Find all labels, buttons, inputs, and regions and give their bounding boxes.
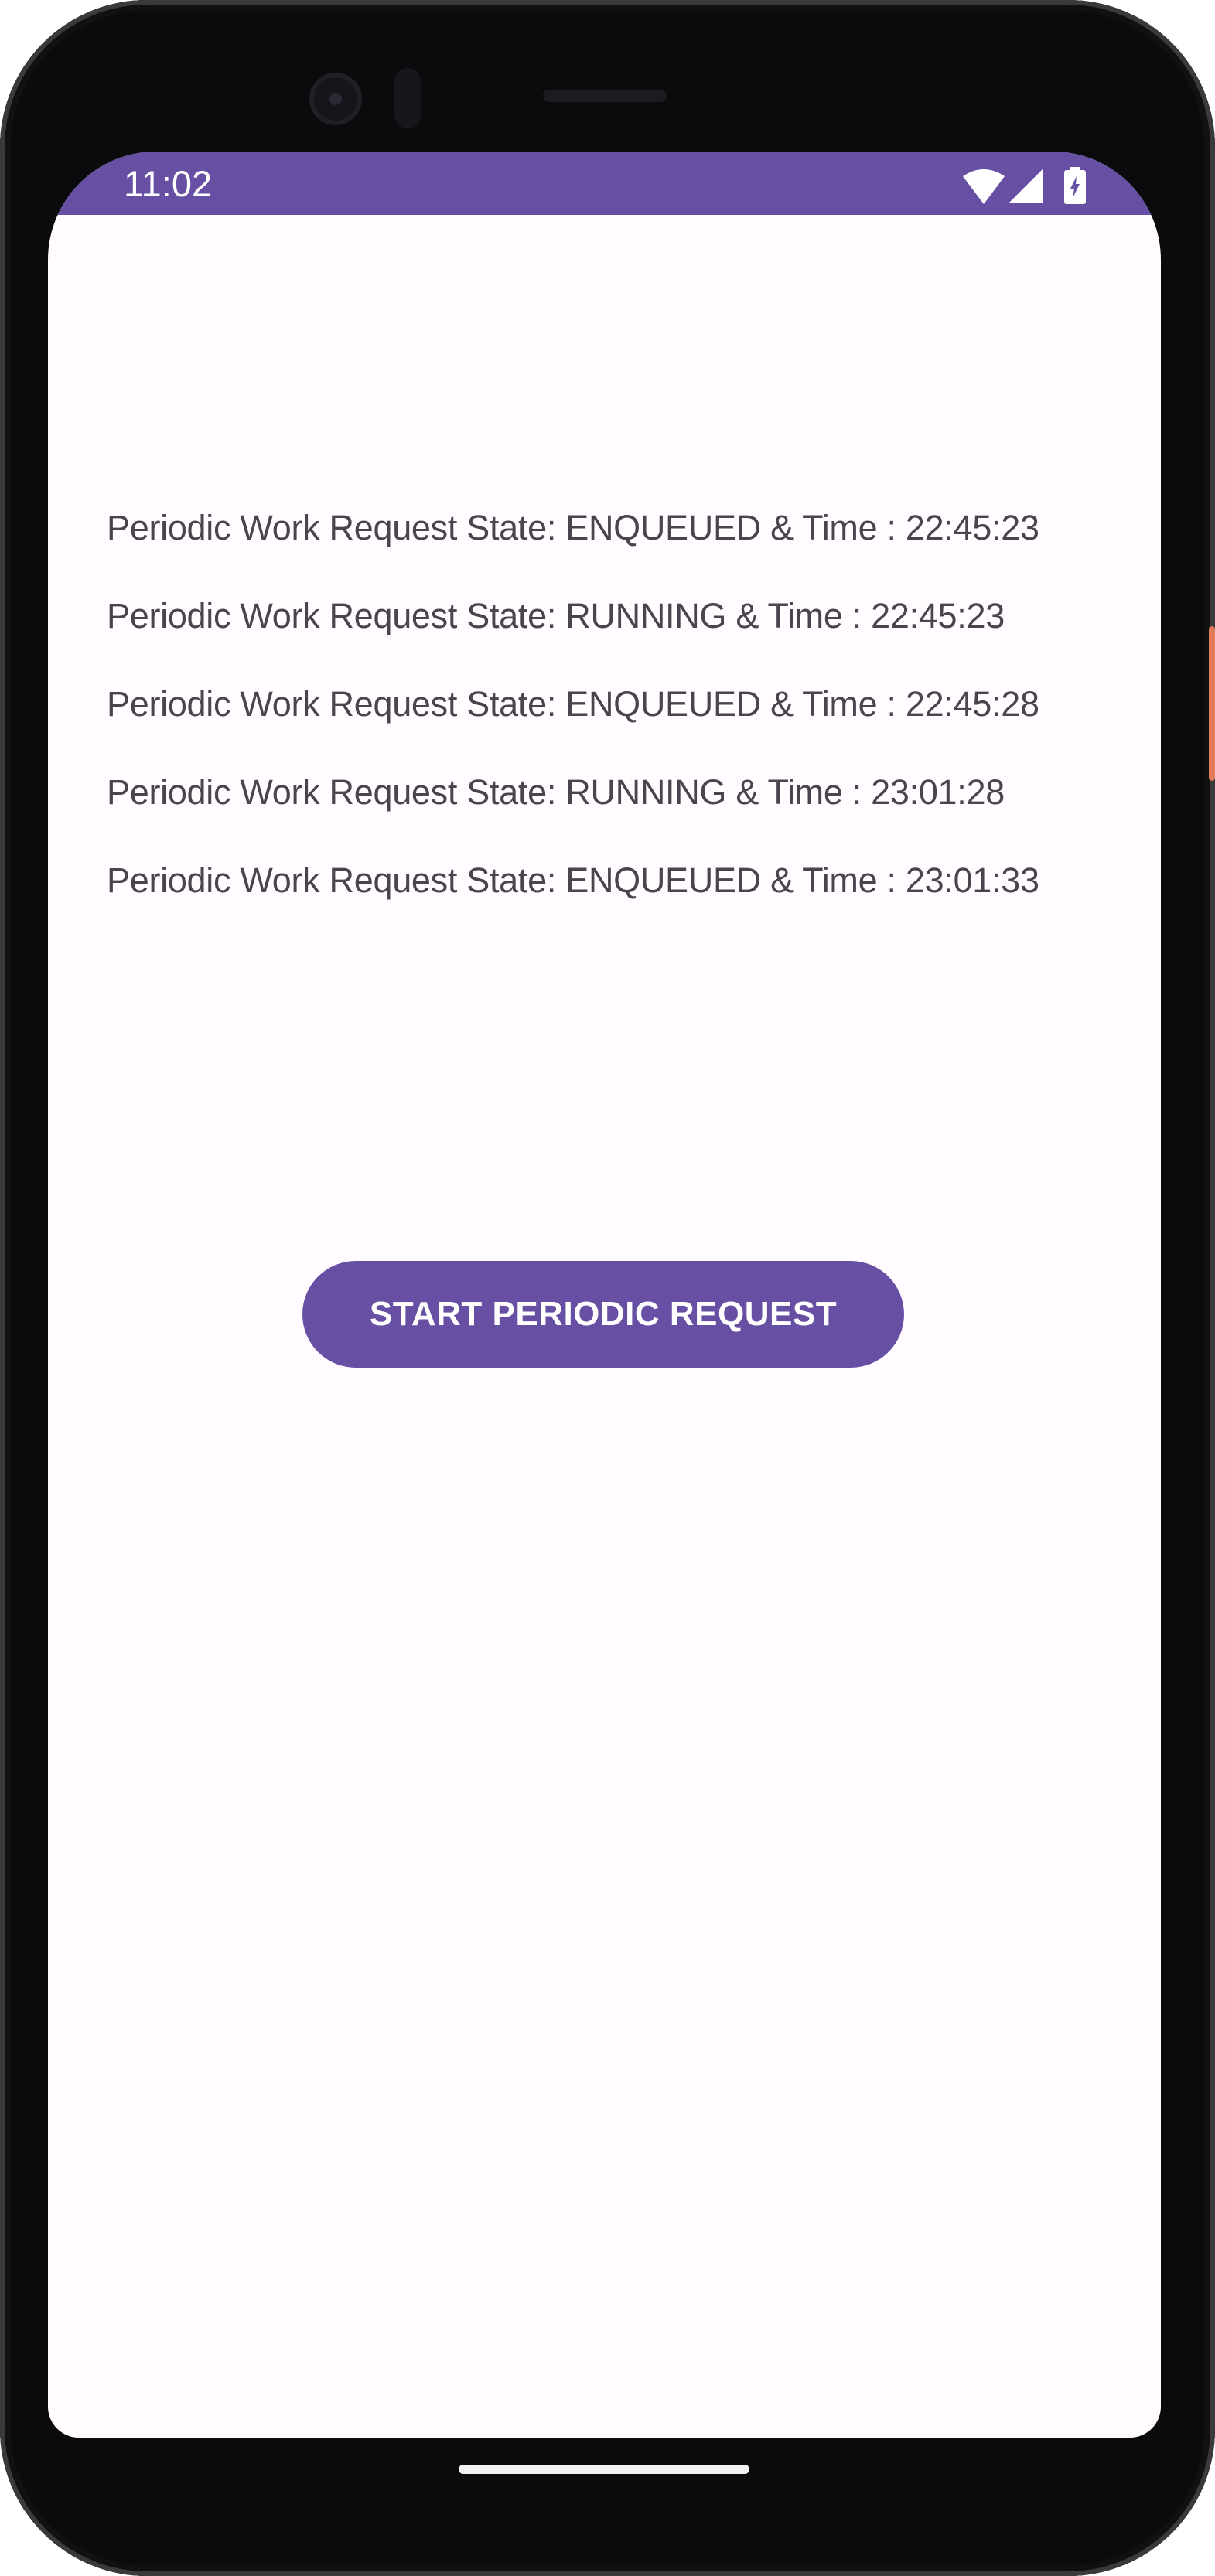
cellular-signal-icon bbox=[1009, 169, 1043, 203]
front-camera bbox=[309, 73, 362, 125]
log-line: Periodic Work Request State: ENQUEUED & … bbox=[107, 684, 1039, 724]
status-clock: 11:02 bbox=[124, 163, 213, 204]
phone-frame: 11:02 Periodic Work Request State: ENQUE… bbox=[0, 0, 1215, 2576]
home-indicator[interactable] bbox=[459, 2465, 749, 2474]
start-periodic-request-button[interactable]: START PERIODIC REQUEST bbox=[302, 1261, 904, 1368]
log-line: Periodic Work Request State: RUNNING & T… bbox=[107, 772, 1005, 812]
log-line: Periodic Work Request State: ENQUEUED & … bbox=[107, 860, 1039, 900]
wifi-icon bbox=[963, 169, 1005, 204]
battery-charging-icon bbox=[1064, 167, 1086, 204]
work-state-log: Periodic Work Request State: ENQUEUED & … bbox=[107, 484, 1039, 925]
earpiece-speaker bbox=[543, 90, 667, 102]
app-screen: 11:02 Periodic Work Request State: ENQUE… bbox=[48, 152, 1161, 2438]
gesture-nav-bar bbox=[48, 2438, 1161, 2499]
proximity-sensor bbox=[394, 68, 421, 128]
power-button bbox=[1209, 626, 1215, 781]
status-bar: 11:02 bbox=[48, 152, 1161, 215]
log-line: Periodic Work Request State: ENQUEUED & … bbox=[107, 508, 1039, 547]
log-line: Periodic Work Request State: RUNNING & T… bbox=[107, 596, 1005, 635]
